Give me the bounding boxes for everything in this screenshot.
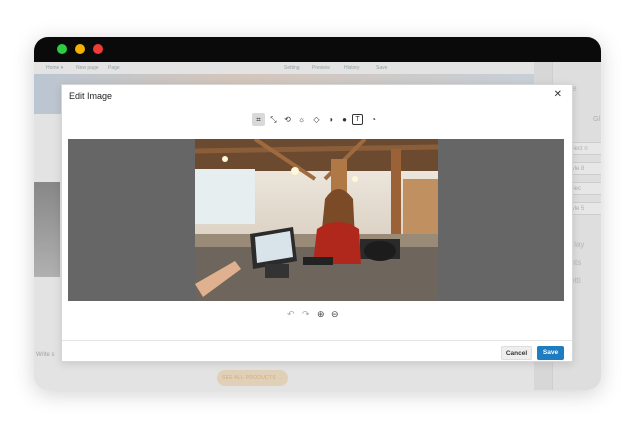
title-bar — [34, 37, 601, 62]
resize-icon[interactable]: ⤡ — [267, 113, 280, 126]
text-icon[interactable]: T — [352, 114, 363, 125]
app-content: Home ▾ New page Page Setting Preview His… — [34, 62, 601, 390]
undo-icon[interactable]: ↶ — [287, 308, 295, 320]
crop-icon[interactable]: ⌗ — [252, 113, 265, 126]
zoom-in-icon[interactable]: ⊕ — [317, 308, 325, 320]
image-canvas[interactable] — [68, 139, 564, 301]
app-window: Home ▾ New page Page Setting Preview His… — [34, 37, 601, 390]
contrast-icon[interactable]: ◑ — [324, 113, 337, 126]
zoom-out-icon[interactable]: ⊖ — [331, 308, 339, 320]
cancel-button[interactable]: Cancel — [501, 346, 532, 360]
maximize-dot[interactable] — [57, 44, 67, 54]
rotate-icon[interactable]: ⟲ — [281, 113, 294, 126]
save-button[interactable]: Save — [537, 346, 564, 360]
dialog-title: Edit Image — [69, 91, 113, 101]
close-icon[interactable]: ✕ — [554, 89, 562, 100]
photo-illustration — [195, 139, 438, 301]
diamond-icon[interactable]: ◇ — [310, 113, 323, 126]
edited-photo[interactable] — [195, 139, 438, 301]
minimize-dot[interactable] — [75, 44, 85, 54]
close-dot[interactable] — [93, 44, 103, 54]
dialog-footer: Cancel Save — [62, 340, 572, 362]
drop-icon[interactable]: ● — [338, 113, 351, 126]
edit-image-dialog: Edit Image ✕ ⌗ ⤡ ⟲ ☼ ◇ ◑ ● T ◔ ↶ ↷ ⊕ ⊖ C… — [61, 84, 573, 362]
redo-icon[interactable]: ↷ — [302, 308, 310, 320]
brightness-icon[interactable]: ☼ — [295, 113, 308, 126]
saturation-icon[interactable]: ◔ — [367, 113, 380, 126]
